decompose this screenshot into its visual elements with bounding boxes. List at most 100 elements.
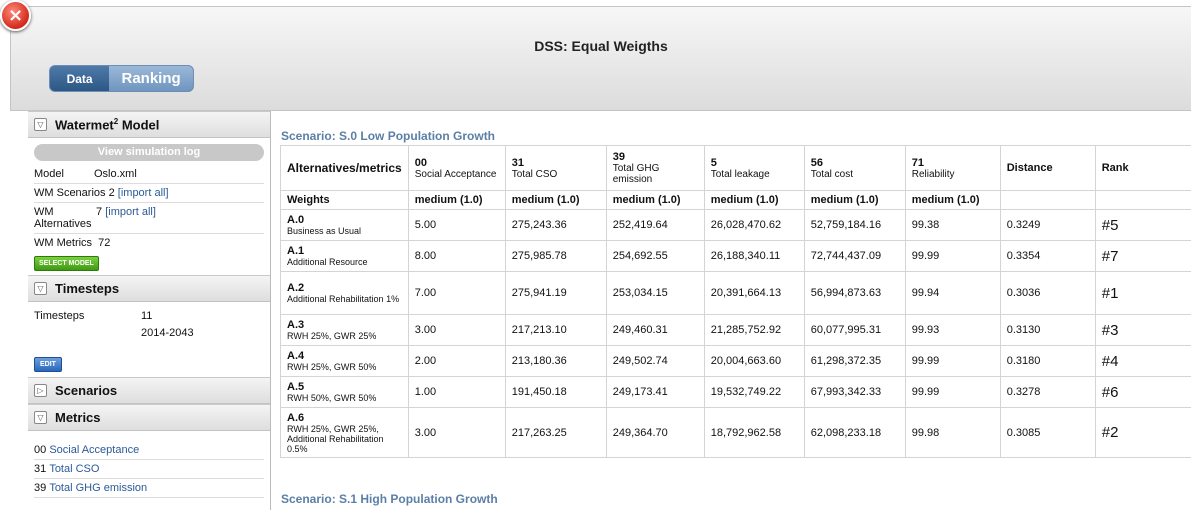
value-cell: 99.94: [904, 271, 1001, 315]
collapse-icon[interactable]: ▽: [34, 282, 47, 295]
tab-data[interactable]: Data: [50, 66, 110, 91]
value-cell: 60,077,995.31: [803, 314, 906, 346]
value-cell: 56,994,873.63: [803, 271, 906, 315]
distance-cell: 0.3180: [999, 345, 1096, 377]
metric-header: 71 Reliability: [904, 145, 1001, 191]
model-label: Model: [34, 168, 64, 180]
distance-cell: 0.3354: [999, 240, 1096, 272]
value-cell: 99.98: [904, 407, 1001, 458]
table-row: A.5 RWH 50%, GWR 50% 1.00 191,450.18 249,173…: [280, 376, 1191, 408]
wm-metrics-label: WM Metrics: [34, 237, 93, 249]
main-content: Scenario: S.0 Low Population Growth Alte…: [271, 111, 1191, 510]
ranking-table: Alternatives/metrics 00 Social Acceptance…: [280, 145, 1191, 458]
value-cell: 52,759,184.16: [803, 209, 906, 241]
scenarios-section-header[interactable]: ▷ Scenarios: [28, 377, 270, 404]
value-cell: 62,098,233.18: [803, 407, 906, 458]
metrics-section-header[interactable]: ▽ Metrics: [28, 404, 270, 431]
wm-scenarios-row: WM Scenarios 2 [import all]: [34, 184, 264, 203]
alternative-cell: A.3 RWH 25%, GWR 25%: [280, 314, 409, 346]
value-cell: 26,028,470.62: [703, 209, 805, 241]
import-all-alternatives-link[interactable]: [import all]: [105, 206, 156, 230]
table-row: A.2 Additional Rehabilitation 1% 7.00 275,9…: [280, 271, 1191, 315]
alternative-rows: A.0 Business as Usual 5.00 275,243.36 252,41…: [280, 209, 1191, 458]
app-window: × DSS: Equal Weigths Data Ranking ▽ Wate…: [0, 0, 1191, 510]
metric-header: 56 Total cost: [803, 145, 906, 191]
select-model-button[interactable]: SELECT MODEL: [34, 256, 99, 271]
distance-cell: 0.3278: [999, 376, 1096, 408]
value-cell: 61,298,372.35: [803, 345, 906, 377]
value-cell: 249,502.74: [605, 345, 705, 377]
timesteps-row: Timesteps 11: [34, 310, 264, 322]
metric-header: 5 Total leakage: [703, 145, 805, 191]
rank-cell: #7: [1094, 240, 1191, 272]
weight-cell[interactable]: medium (1.0): [504, 190, 607, 210]
metrics-list: 00 Social Acceptance 31 Total CSO 39 Tot…: [28, 431, 270, 502]
close-icon[interactable]: ×: [0, 0, 31, 31]
metric-header: 39 Total GHG emission: [605, 145, 705, 191]
value-cell: 252,419.64: [605, 209, 705, 241]
value-cell: 275,985.78: [504, 240, 607, 272]
timesteps-label: Timesteps: [34, 310, 85, 322]
distance-cell: 0.3130: [999, 314, 1096, 346]
header: DSS: Equal Weigths Data Ranking: [10, 6, 1191, 111]
value-cell: 249,460.31: [605, 314, 705, 346]
value-cell: 7.00: [407, 271, 506, 315]
model-section-header[interactable]: ▽ Watermet2 Model: [28, 111, 270, 138]
rank-cell: #1: [1094, 271, 1191, 315]
weights-row: Weights medium (1.0) medium (1.0) medium…: [280, 190, 1191, 210]
alternative-cell: A.1 Additional Resource: [280, 240, 409, 272]
view-tabs: Data Ranking: [49, 65, 194, 92]
table-row: A.6 RWH 25%, GWR 25%, Additional Rehabili…: [280, 407, 1191, 458]
wm-alternatives-label: WM Alternatives: [34, 206, 92, 230]
collapse-icon[interactable]: ▽: [34, 411, 47, 424]
metric-item[interactable]: 31 Total CSO: [34, 460, 264, 479]
weights-label: Weights: [280, 190, 409, 210]
alternative-cell: A.4 RWH 25%, GWR 50%: [280, 345, 409, 377]
metric-item[interactable]: 39 Total GHG emission: [34, 479, 264, 498]
edit-button[interactable]: EDIT: [34, 357, 62, 372]
value-cell: 191,450.18: [504, 376, 607, 408]
metric-item[interactable]: 00 Social Acceptance: [34, 441, 264, 460]
model-section-body: View simulation log Model Oslo.xml WM Sce…: [28, 138, 270, 275]
timesteps-range: 2014-2043: [141, 327, 194, 339]
weight-cell[interactable]: medium (1.0): [904, 190, 1001, 210]
distance-cell: 0.3036: [999, 271, 1096, 315]
timesteps-section-body: Timesteps 11 2014-2043 EDIT: [28, 302, 270, 377]
model-section-title: Watermet2 Model: [55, 116, 160, 133]
value-cell: 2.00: [407, 345, 506, 377]
scenario-title: Scenario: S.0 Low Population Growth: [281, 129, 496, 143]
value-cell: 19,532,749.22: [703, 376, 805, 408]
weight-cell[interactable]: medium (1.0): [703, 190, 805, 210]
value-cell: 217,213.10: [504, 314, 607, 346]
scenario-title: Scenario: S.1 High Population Growth: [281, 492, 498, 506]
empty-cell: [1094, 190, 1191, 210]
weight-cell[interactable]: medium (1.0): [407, 190, 506, 210]
model-row: Model Oslo.xml: [34, 165, 264, 184]
value-cell: 26,188,340.11: [703, 240, 805, 272]
rank-cell: #2: [1094, 407, 1191, 458]
distance-cell: 0.3085: [999, 407, 1096, 458]
metric-header: 31 Total CSO: [504, 145, 607, 191]
value-cell: 8.00: [407, 240, 506, 272]
tab-ranking[interactable]: Ranking: [109, 66, 193, 91]
view-simulation-log-button[interactable]: View simulation log: [34, 144, 264, 161]
metrics-section-title: Metrics: [55, 410, 101, 425]
alternative-cell: A.0 Business as Usual: [280, 209, 409, 241]
value-cell: 99.93: [904, 314, 1001, 346]
collapse-icon[interactable]: ▽: [34, 118, 47, 131]
value-cell: 99.99: [904, 240, 1001, 272]
table-row: A.4 RWH 25%, GWR 50% 2.00 213,180.36 249,502…: [280, 345, 1191, 377]
weight-cell[interactable]: medium (1.0): [605, 190, 705, 210]
rank-cell: #3: [1094, 314, 1191, 346]
value-cell: 72,744,437.09: [803, 240, 906, 272]
import-all-scenarios-link[interactable]: [import all]: [118, 187, 169, 199]
value-cell: 99.99: [904, 345, 1001, 377]
alternative-cell: A.5 RWH 50%, GWR 50%: [280, 376, 409, 408]
timesteps-section-header[interactable]: ▽ Timesteps: [28, 275, 270, 302]
value-cell: 67,993,342.33: [803, 376, 906, 408]
wm-scenarios-label: WM Scenarios: [34, 187, 106, 199]
scenarios-section-title: Scenarios: [55, 383, 118, 398]
expand-icon[interactable]: ▷: [34, 384, 47, 397]
weight-cell[interactable]: medium (1.0): [803, 190, 906, 210]
wm-metrics-row: WM Metrics 72: [34, 234, 264, 252]
